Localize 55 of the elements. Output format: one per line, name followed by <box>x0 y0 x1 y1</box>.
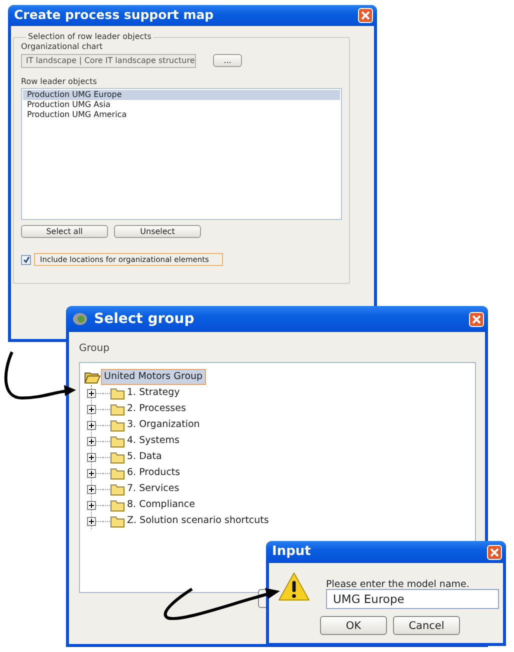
folder-icon <box>110 514 125 528</box>
tree-item[interactable]: United Motors Group <box>101 369 206 385</box>
curved-arrow <box>4 351 76 400</box>
close-icon <box>472 314 481 324</box>
window-title: Input <box>272 543 311 562</box>
push-button[interactable]: Cancel <box>393 616 460 635</box>
folder-icon <box>110 402 125 416</box>
push-button[interactable]: Select all <box>21 225 108 238</box>
window-title: Select group <box>94 310 194 328</box>
folder-icon <box>110 434 125 448</box>
expand-toggle[interactable] <box>87 500 96 510</box>
tree-item[interactable]: 8. Compliance <box>125 498 198 512</box>
app-icon <box>72 312 88 326</box>
expand-toggle[interactable] <box>87 468 96 478</box>
push-button[interactable]: Unselect <box>114 225 201 238</box>
tree-item[interactable]: 2. Processes <box>125 402 188 416</box>
expand-toggle[interactable] <box>87 484 96 494</box>
close-icon <box>490 548 499 556</box>
expand-toggle[interactable] <box>87 420 96 430</box>
list-item[interactable]: Production UMG Europe <box>23 90 340 100</box>
expand-toggle[interactable] <box>87 388 96 398</box>
tree-item[interactable]: Z. Solution scenario shortcuts <box>125 514 271 528</box>
folder-icon <box>110 418 125 432</box>
folder-icon <box>110 482 125 496</box>
window-title: Create process support map <box>14 6 214 24</box>
text-field[interactable]: IT landscape | Core IT landscape structure <box>21 54 196 68</box>
push-button[interactable]: OK <box>320 616 387 635</box>
folder-icon <box>110 498 125 512</box>
folder-icon <box>110 466 125 480</box>
tree-item[interactable]: 5. Data <box>125 450 164 464</box>
list-item[interactable]: Production UMG Asia <box>23 100 340 110</box>
expand-toggle[interactable] <box>87 404 96 414</box>
field-label: Row leader objects <box>21 77 98 87</box>
browse-button[interactable]: ... <box>213 54 242 67</box>
tree-item[interactable]: 4. Systems <box>125 434 182 448</box>
tree-item[interactable]: 7. Services <box>125 482 182 496</box>
tree-item[interactable]: 1. Strategy <box>125 386 182 400</box>
folder-icon <box>110 450 125 464</box>
prompt-text: Please enter the model name. <box>326 579 470 590</box>
warning-icon <box>278 572 310 601</box>
close-icon <box>361 11 370 20</box>
tree-item[interactable]: 3. Organization <box>125 418 202 432</box>
expand-toggle[interactable] <box>87 516 96 526</box>
close-button[interactable] <box>487 544 502 560</box>
input-field[interactable]: UMG Europe <box>326 589 499 609</box>
field-label: Group <box>79 342 110 356</box>
group-label: Selection of row leader objects <box>27 32 152 42</box>
expand-toggle[interactable] <box>87 452 96 462</box>
close-button[interactable] <box>358 8 373 23</box>
tree-item[interactable]: 6. Products <box>125 466 182 480</box>
list-item[interactable]: Production UMG America <box>23 110 340 120</box>
field-label: Organizational chart <box>21 42 104 52</box>
expand-toggle[interactable] <box>87 436 96 446</box>
close-button[interactable] <box>469 312 484 326</box>
checkbox[interactable] <box>21 254 31 264</box>
